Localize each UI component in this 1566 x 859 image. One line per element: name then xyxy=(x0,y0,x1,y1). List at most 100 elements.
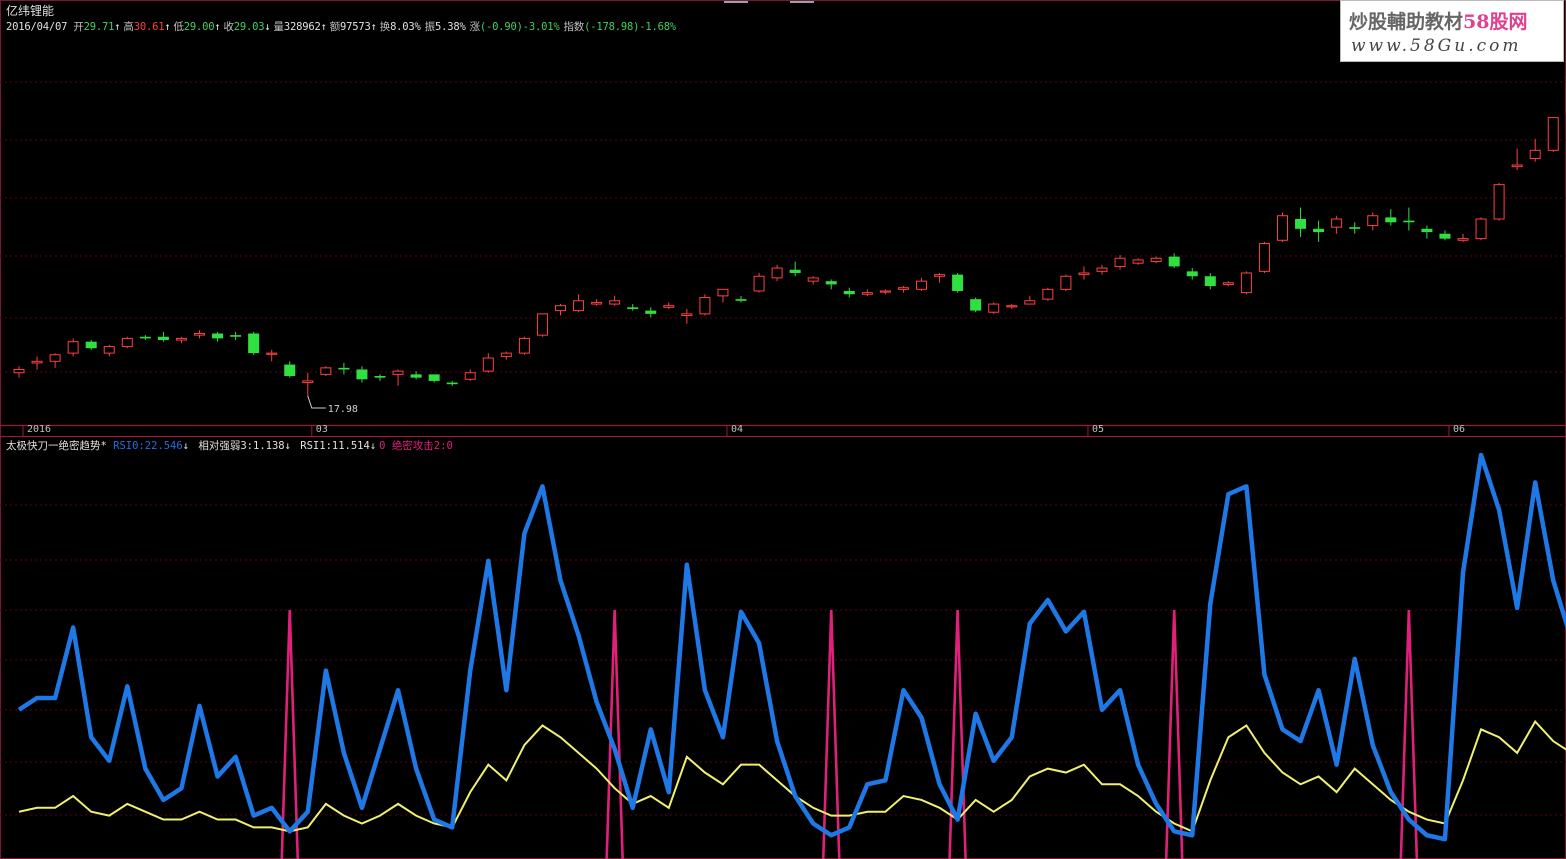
candle-down xyxy=(825,281,837,285)
candle-down xyxy=(1186,271,1198,277)
candle-up xyxy=(302,380,314,384)
candle-up xyxy=(753,275,765,292)
chart-frame xyxy=(0,0,1566,859)
candle-up xyxy=(916,280,927,290)
quote-label: 低 xyxy=(173,21,184,33)
candle-up xyxy=(1367,215,1379,227)
candle-up xyxy=(717,288,729,297)
candle-up xyxy=(31,360,43,364)
candle-up xyxy=(1529,149,1541,159)
watermark-logo: 炒股輔助教材58股网 www.58Gu.com xyxy=(1340,0,1564,62)
candle-down xyxy=(843,290,855,295)
candle-up xyxy=(699,297,711,315)
quote-value: (-178.98)-1.68% xyxy=(584,21,676,33)
candle-up xyxy=(573,300,585,312)
rel-value: 1.138 xyxy=(253,440,285,452)
date-label: 2016 xyxy=(27,424,52,435)
stock-chart: 17.98 xyxy=(0,0,1566,859)
quote-value: (-0.90)-3.01% xyxy=(479,21,560,33)
rsi1-label: RSI1: xyxy=(300,440,332,452)
quote-arrow: ↑ xyxy=(370,21,377,33)
candle-up xyxy=(879,290,891,293)
candle-up xyxy=(1060,275,1072,290)
candle-up xyxy=(49,354,61,362)
candle-down xyxy=(428,374,440,381)
candle-up xyxy=(1222,282,1234,285)
candle-up xyxy=(663,305,675,308)
candle-up xyxy=(518,337,530,354)
rsi0-label: RSI0: xyxy=(113,440,145,452)
quote-items: 开29.71↑ 高30.61↑ 低29.00↑ 收29.03↓ 量328962↑ 额975… xyxy=(73,21,680,33)
quote-label: 收 xyxy=(223,21,234,33)
rel-arrow: ↓ xyxy=(284,440,291,452)
legend-rsi0: RSI0:22.546 xyxy=(113,440,183,452)
quote-arrow: ↓ xyxy=(264,21,271,33)
candle-up xyxy=(771,267,783,279)
candle-up xyxy=(591,301,603,305)
quote-arrow: ↑ xyxy=(214,21,221,33)
rsi0-line xyxy=(17,452,1566,842)
candle-down xyxy=(789,269,801,273)
date-label: 06 xyxy=(1452,424,1465,435)
candle-down xyxy=(1421,228,1433,233)
candle-up xyxy=(175,337,187,341)
rsi1-value: 11.514 xyxy=(331,440,370,452)
quote-value: 97573 xyxy=(340,21,371,33)
quote-value: 29.00 xyxy=(183,21,215,33)
candle-up xyxy=(464,372,476,380)
candle-up xyxy=(103,346,115,354)
rsi0-arrow: ↓ xyxy=(182,440,190,452)
candle-down xyxy=(627,307,639,309)
rsi1-arrow: ↓ xyxy=(369,440,377,452)
candle-down xyxy=(952,274,964,291)
quote-label: 振 xyxy=(424,21,436,33)
candle-down xyxy=(212,333,224,339)
date-label: 05 xyxy=(1091,424,1104,435)
rel-label: 相对强弱3: xyxy=(198,440,254,452)
candle-down xyxy=(645,310,657,314)
candle-down xyxy=(1204,276,1216,287)
candle-up xyxy=(1006,305,1018,308)
stock-name: 亿纬锂能 xyxy=(6,4,55,18)
quote-arrow: ↑ xyxy=(164,21,171,33)
quote-bar: 2016/04/07 开29.71↑ 高30.61↑ 低29.00↑ 收29.03↓ 量… xyxy=(6,19,680,34)
indicator-legend: 太极快刀一绝密趋势* RSI0:22.546↓ 相对强弱3:1.138↓ RSI… xyxy=(6,438,453,453)
candle-down xyxy=(248,333,260,354)
candle-up xyxy=(194,332,205,336)
attack-spike xyxy=(821,609,841,859)
quote-label: 开 xyxy=(73,21,84,33)
legend-rsi1: RSI1:11.514 xyxy=(300,440,370,452)
quote-value: 29.71 xyxy=(83,21,115,33)
candle-up xyxy=(392,370,404,375)
candle-down xyxy=(410,374,422,378)
candle-up xyxy=(1150,257,1162,263)
candle-down xyxy=(1313,228,1325,233)
candle-up xyxy=(1511,164,1523,168)
candle-down xyxy=(1349,227,1361,229)
candle-up xyxy=(1331,218,1343,228)
candle-up xyxy=(681,313,693,317)
watermark-title-b: 58股网 xyxy=(1463,11,1528,33)
date-label: 04 xyxy=(730,424,743,435)
candle-down xyxy=(1439,233,1451,239)
candle-up xyxy=(536,313,548,336)
candle-up xyxy=(500,352,512,357)
candle-up xyxy=(1457,238,1469,241)
candle-up xyxy=(897,287,909,290)
quote-label: 涨 xyxy=(469,21,481,33)
candle-down xyxy=(1385,217,1397,223)
candle-up xyxy=(1078,272,1090,276)
watermark-url: www.58Gu.com xyxy=(1351,36,1522,56)
candle-up xyxy=(1096,267,1108,272)
candle-up xyxy=(1258,243,1270,272)
quote-value: 30.61 xyxy=(133,21,165,33)
candle-up xyxy=(807,277,819,282)
candle-down xyxy=(230,335,242,337)
quote-label: 量 xyxy=(273,21,285,33)
candle-down xyxy=(735,299,747,301)
candle-up xyxy=(988,303,1000,313)
quote-label: 额 xyxy=(329,21,341,33)
date-label: 03 xyxy=(315,424,328,435)
candle-down xyxy=(1295,219,1307,229)
quote-value: 328962 xyxy=(283,21,321,33)
